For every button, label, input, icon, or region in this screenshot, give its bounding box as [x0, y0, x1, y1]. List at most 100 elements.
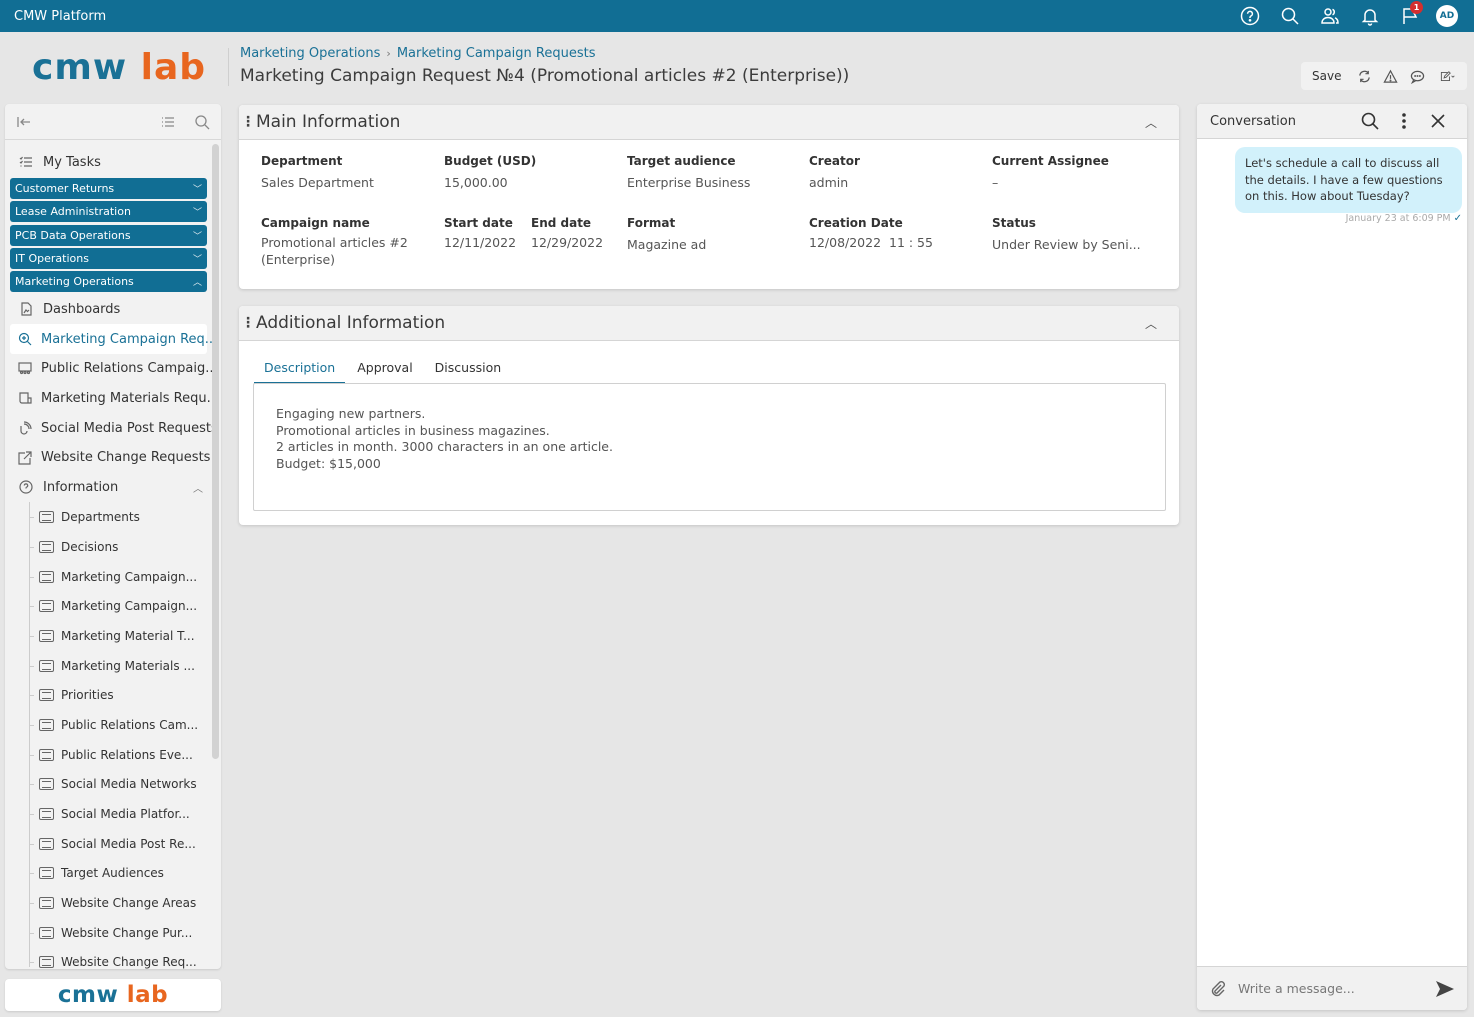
table-icon: [39, 659, 54, 672]
sidebar-item-label: Marketing Materials Requ...: [41, 390, 219, 406]
sidebar-subitem[interactable]: Marketing Materials ...: [29, 651, 207, 681]
description-line: 2 articles in month. 3000 characters in …: [276, 439, 613, 454]
chevron-down-icon: ﹀: [192, 208, 202, 219]
close-icon[interactable]: [1421, 106, 1455, 136]
tab-discussion[interactable]: Discussion: [425, 354, 511, 384]
sidebar-item-website-change-requests[interactable]: Website Change Requests: [10, 443, 210, 473]
bell-icon[interactable]: [1350, 0, 1390, 32]
zoom-search-icon: [18, 331, 32, 347]
sidebar-subitem[interactable]: Decisions: [29, 532, 207, 562]
list-view-icon[interactable]: [157, 111, 179, 133]
collapse-panel-icon[interactable]: ︿: [1145, 315, 1157, 332]
sidebar-subitem[interactable]: Social Media Post Re...: [29, 829, 207, 859]
edit-menu-icon[interactable]: [1433, 65, 1462, 87]
sidebar-scrollbar[interactable]: [212, 144, 219, 759]
sidebar-subitem-label: Departments: [61, 510, 140, 525]
table-icon: [39, 748, 54, 761]
field-label: Status: [992, 216, 1036, 230]
field-label: Campaign name: [261, 216, 370, 230]
field-current-assignee: Current Assignee –: [992, 154, 1109, 191]
sidebar-subitem[interactable]: Website Change Pur...: [29, 918, 207, 948]
sidebar-subitem[interactable]: Website Change Areas: [29, 888, 207, 918]
help-icon[interactable]: [1230, 0, 1270, 32]
field-value: –: [992, 175, 999, 190]
sidebar-item-information[interactable]: Information ︿: [10, 473, 207, 503]
users-icon[interactable]: [1310, 0, 1350, 32]
more-options-icon[interactable]: [1387, 106, 1421, 136]
sidebar-subitem-label: Social Media Platfor...: [61, 807, 190, 822]
field-department: Department Sales Department: [261, 154, 374, 191]
sidebar-group-marketing-operations[interactable]: Marketing Operations ︿: [10, 271, 207, 293]
conversation-panel: Conversation Let's schedule a call to di…: [1197, 104, 1467, 1010]
sidebar-group-lease-administration[interactable]: Lease Administration ﹀: [10, 201, 207, 223]
comment-icon[interactable]: [1406, 65, 1427, 87]
field-value: 12/11/2022: [444, 235, 517, 250]
send-icon[interactable]: [1435, 980, 1455, 998]
field-value: Magazine ad: [627, 237, 707, 252]
breadcrumb-item[interactable]: Marketing Campaign Requests: [397, 46, 596, 61]
logo-part-cmw: cmw: [32, 47, 128, 88]
sidebar-subitem[interactable]: Target Audiences: [29, 859, 207, 889]
sidebar-item-label: Social Media Post Requests: [41, 420, 218, 436]
refresh-icon[interactable]: [1353, 65, 1374, 87]
field-label: Format: [627, 216, 676, 230]
flag-icon[interactable]: 1: [1390, 0, 1430, 32]
field-value: 12/08/2022 11 : 55: [809, 235, 933, 250]
sidebar-item-my-tasks[interactable]: My Tasks: [10, 146, 207, 178]
sidebar-item-social-media-post-requests[interactable]: Social Media Post Requests: [10, 413, 218, 443]
brand-logo[interactable]: cmw lab: [32, 48, 206, 88]
sidebar-subitem[interactable]: Website Change Req...: [29, 948, 207, 969]
sidebar-subitem-label: Marketing Material T...: [61, 628, 195, 643]
attachment-icon[interactable]: [1207, 980, 1229, 998]
page-title: Marketing Campaign Request №4 (Promotion…: [240, 66, 850, 86]
search-icon[interactable]: [1270, 0, 1310, 32]
sidebar-subitem[interactable]: Priorities: [29, 680, 207, 710]
collapse-sidebar-icon[interactable]: [13, 111, 35, 133]
sidebar-subitem-label: Priorities: [61, 688, 114, 703]
sidebar-search-icon[interactable]: [191, 111, 213, 133]
breadcrumb-item[interactable]: Marketing Operations: [240, 46, 380, 61]
sidebar-subitem[interactable]: Public Relations Cam...: [29, 710, 207, 740]
sidebar-subitem[interactable]: Social Media Networks: [29, 769, 207, 799]
search-icon[interactable]: [1353, 106, 1387, 136]
tab-approval[interactable]: Approval: [347, 354, 422, 384]
sidebar-item-label: Information: [43, 479, 119, 495]
additional-information-panel: ⋮ Additional Information ︿ Description A…: [239, 306, 1179, 525]
sidebar-subitem[interactable]: Public Relations Eve...: [29, 740, 207, 770]
sidebar-subitem-label: Target Audiences: [61, 866, 164, 881]
sidebar-item-marketing-materials-requests[interactable]: Marketing Materials Requ...: [10, 384, 219, 414]
field-creator: Creator admin: [809, 154, 860, 191]
sidebar-group-customer-returns[interactable]: Customer Returns ﹀: [10, 178, 207, 199]
table-icon: [39, 540, 54, 553]
field-label: Department: [261, 154, 343, 168]
sidebar-group-label: Customer Returns: [15, 182, 115, 195]
drag-handle-icon[interactable]: ⋮: [240, 315, 256, 331]
field-value: Under Review by Seni...: [992, 237, 1141, 252]
sidebar-subitem[interactable]: Social Media Platfor...: [29, 799, 207, 829]
sidebar-item-public-relations-campaigns[interactable]: Public Relations Campaig...: [10, 354, 218, 384]
warning-icon[interactable]: [1380, 65, 1401, 87]
description-field[interactable]: Engaging new partners. Promotional artic…: [253, 383, 1166, 511]
sidebar-group-it-operations[interactable]: IT Operations ﹀: [10, 247, 207, 269]
table-icon: [39, 808, 54, 821]
sidebar-subitem[interactable]: Departments: [29, 502, 207, 532]
message-input[interactable]: [1238, 981, 1418, 996]
drag-handle-icon[interactable]: ⋮: [240, 114, 256, 130]
tab-description[interactable]: Description: [254, 354, 346, 384]
sidebar-subitem[interactable]: Marketing Material T...: [29, 621, 207, 651]
panel-title: Additional Information: [256, 313, 446, 333]
save-button[interactable]: Save: [1312, 69, 1341, 83]
sidebar-subitem[interactable]: Marketing Campaign...: [29, 591, 207, 621]
sidebar-group-label: Lease Administration: [15, 205, 131, 219]
sidebar-group-pcb-data-operations[interactable]: PCB Data Operations ﹀: [10, 224, 207, 246]
sidebar-subitem-label: Social Media Post Re...: [61, 836, 196, 851]
table-icon: [39, 689, 54, 702]
sidebar-item-marketing-campaign-requests[interactable]: Marketing Campaign Req...: [10, 324, 217, 354]
user-avatar[interactable]: AD: [1436, 5, 1458, 27]
sidebar-nav: My Tasks Customer Returns ﹀ Lease Adminis…: [5, 140, 221, 969]
table-icon: [39, 570, 54, 583]
sidebar-subitem[interactable]: Marketing Campaign...: [29, 562, 207, 592]
description-line: Engaging new partners.: [276, 406, 426, 421]
sidebar-item-dashboards[interactable]: Dashboards: [10, 294, 207, 324]
collapse-panel-icon[interactable]: ︿: [1145, 114, 1157, 131]
